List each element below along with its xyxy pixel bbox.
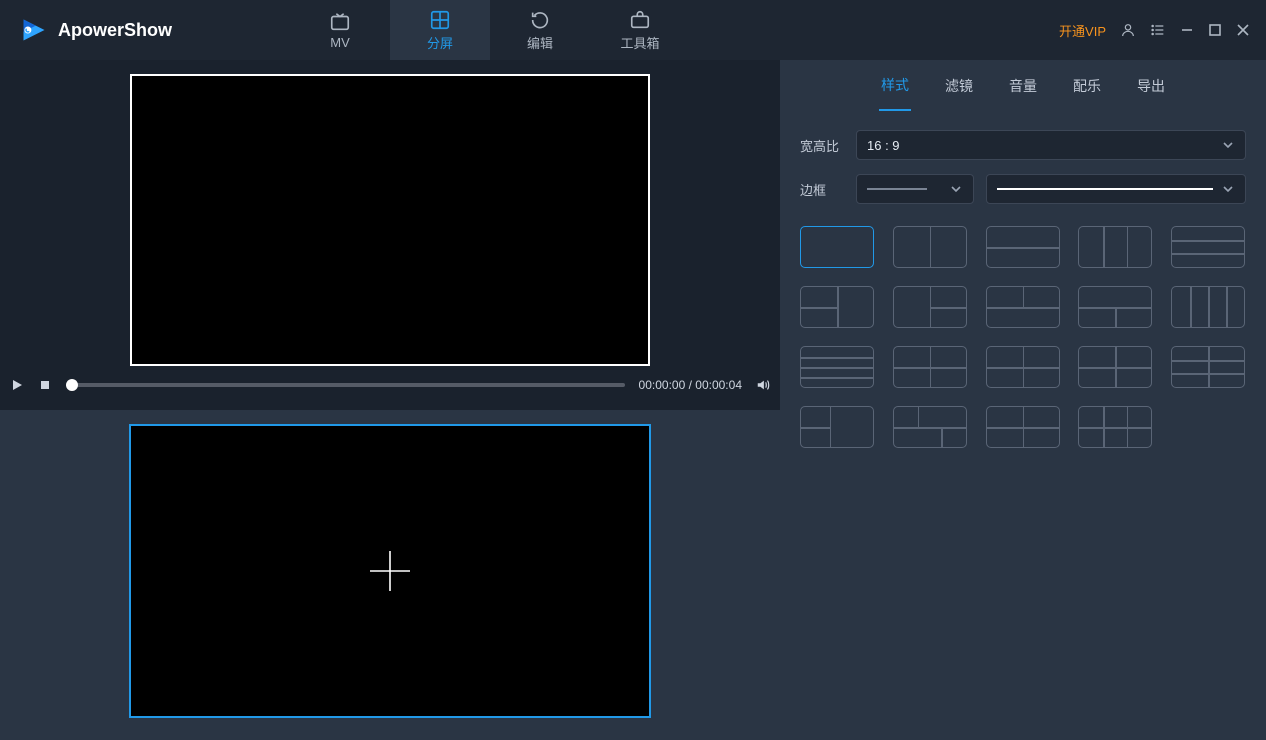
layout-1x1[interactable] — [800, 226, 874, 268]
tab-tools[interactable]: 工具箱 — [590, 0, 690, 60]
layout-4row[interactable] — [800, 346, 874, 388]
chevron-down-icon — [949, 182, 963, 196]
layout-r-top-split[interactable] — [893, 286, 967, 328]
player-bar: 00:00:00 / 00:00:04 — [0, 366, 780, 404]
tab-edit[interactable]: 编辑 — [490, 0, 590, 60]
tab-volume[interactable]: 音量 — [1007, 62, 1039, 110]
chevron-down-icon — [1221, 182, 1235, 196]
progress-bar[interactable] — [66, 383, 625, 387]
border-color-select[interactable] — [986, 174, 1246, 204]
app-header: ApowerShow MV 分屏 编辑 工具箱 开通VIP — [0, 0, 1266, 60]
layout-3col[interactable] — [1078, 226, 1152, 268]
time-display: 00:00:00 / 00:00:04 — [639, 378, 742, 392]
tab-mv[interactable]: MV — [290, 0, 390, 60]
layout-bottom-split[interactable] — [1078, 286, 1152, 328]
tab-edit-label: 编辑 — [527, 33, 553, 52]
layout-l-top-split[interactable] — [800, 286, 874, 328]
left-panel: 00:00:00 / 00:00:04 — [0, 60, 780, 740]
layout-2x2[interactable] — [893, 346, 967, 388]
tab-mv-label: MV — [330, 35, 350, 50]
aspect-value: 16 : 9 — [867, 138, 900, 153]
layout-2col[interactable] — [893, 226, 967, 268]
preview-canvas[interactable] — [130, 74, 650, 366]
layout-brick[interactable] — [893, 406, 967, 448]
tab-music[interactable]: 配乐 — [1071, 62, 1103, 110]
layout-tr-quad[interactable] — [1078, 346, 1152, 388]
tab-style[interactable]: 样式 — [879, 61, 911, 111]
user-icon[interactable] — [1120, 22, 1136, 38]
right-panel: 样式 滤镜 音量 配乐 导出 宽高比 16 : 9 边框 — [780, 60, 1266, 740]
chevron-down-icon — [1221, 138, 1235, 152]
tab-filter[interactable]: 滤镜 — [943, 62, 975, 110]
tab-split-label: 分屏 — [427, 33, 453, 52]
layout-grid — [780, 222, 1266, 452]
border-color-preview — [997, 188, 1213, 190]
vip-button[interactable]: 开通VIP — [1059, 21, 1106, 40]
maximize-button[interactable] — [1208, 23, 1222, 37]
drop-pane — [0, 410, 780, 740]
layout-4col[interactable] — [1171, 286, 1245, 328]
border-style-select[interactable] — [856, 174, 974, 204]
close-button[interactable] — [1236, 23, 1250, 37]
layout-3x2[interactable] — [1078, 406, 1152, 448]
plus-icon — [366, 547, 414, 595]
layout-stack-3[interactable] — [1171, 346, 1245, 388]
preview-pane: 00:00:00 / 00:00:04 — [0, 60, 780, 410]
app-logo: ApowerShow — [0, 0, 290, 60]
layout-2row-top-split[interactable] — [986, 406, 1060, 448]
border-style-preview — [867, 188, 927, 190]
tab-tools-label: 工具箱 — [620, 33, 659, 52]
drop-zone[interactable] — [129, 424, 651, 718]
layout-3row[interactable] — [1171, 226, 1245, 268]
aspect-label: 宽高比 — [800, 136, 844, 155]
layout-top-split[interactable] — [986, 286, 1060, 328]
tab-export[interactable]: 导出 — [1135, 62, 1167, 110]
tab-split[interactable]: 分屏 — [390, 0, 490, 60]
panel-tabs: 样式 滤镜 音量 配乐 导出 — [780, 60, 1266, 112]
layout-left-tall[interactable] — [800, 406, 874, 448]
layout-tl-quad[interactable] — [986, 346, 1060, 388]
volume-icon[interactable] — [756, 378, 770, 392]
menu-icon[interactable] — [1150, 22, 1166, 38]
progress-handle[interactable] — [66, 379, 78, 391]
play-icon[interactable] — [10, 378, 24, 392]
window-controls: 开通VIP — [1043, 0, 1266, 60]
layout-2row[interactable] — [986, 226, 1060, 268]
border-label: 边框 — [800, 180, 844, 199]
minimize-button[interactable] — [1180, 23, 1194, 37]
aspect-select[interactable]: 16 : 9 — [856, 130, 1246, 160]
main-tabs: MV 分屏 编辑 工具箱 — [290, 0, 690, 60]
logo-icon — [20, 16, 48, 44]
stop-icon[interactable] — [38, 378, 52, 392]
app-name: ApowerShow — [58, 20, 172, 41]
